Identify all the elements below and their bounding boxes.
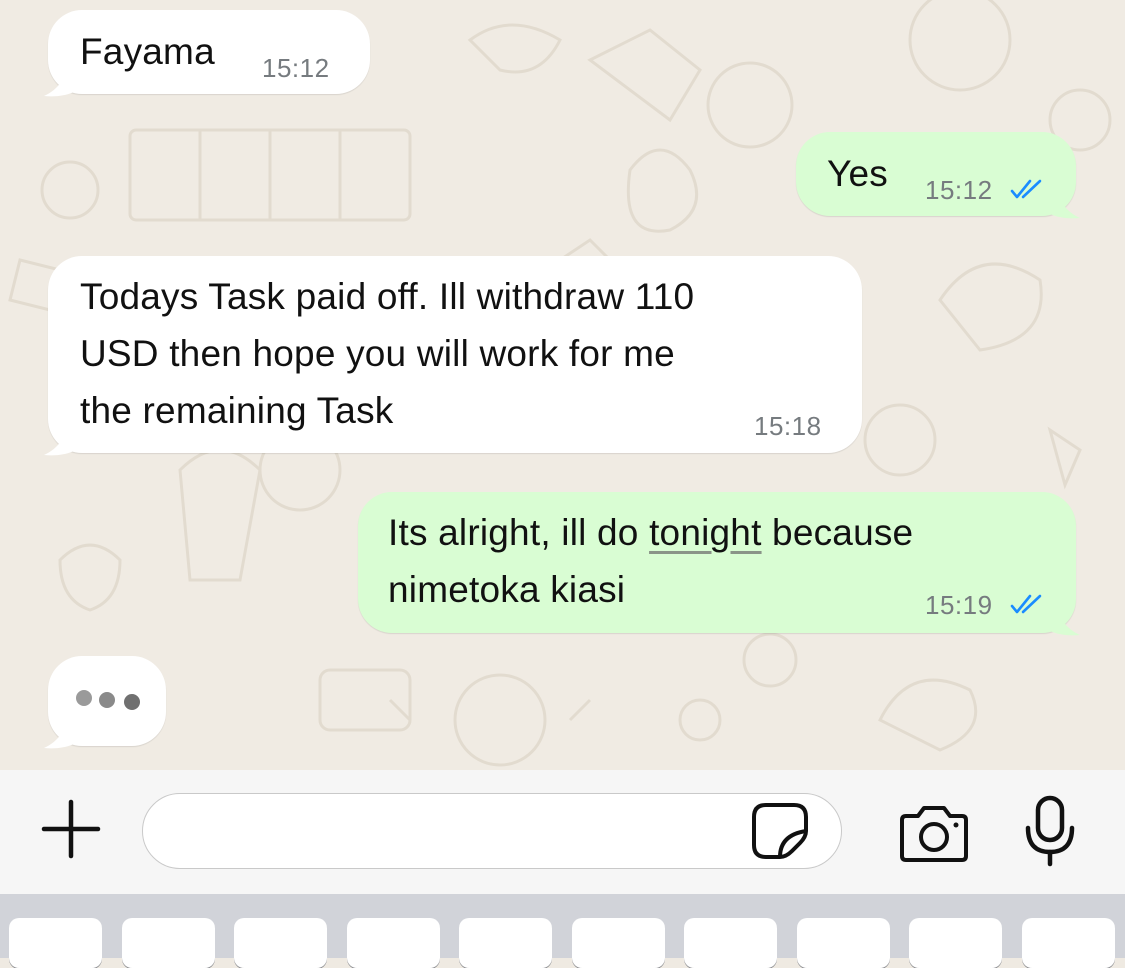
- spellcheck-underlined-word[interactable]: tonight: [649, 512, 762, 553]
- keyboard-key[interactable]: [459, 918, 552, 968]
- message-time: 15:18: [754, 411, 822, 441]
- sticker-icon: [752, 803, 808, 859]
- read-receipt-icon: [1010, 594, 1042, 614]
- voice-message-button[interactable]: [1022, 794, 1078, 868]
- camera-button[interactable]: [896, 804, 972, 864]
- keyboard-key[interactable]: [909, 918, 1002, 968]
- keyboard-key[interactable]: [797, 918, 890, 968]
- keyboard-key[interactable]: [122, 918, 215, 968]
- message-bubble-outgoing[interactable]: Yes 15:12: [796, 132, 1080, 219]
- keyboard: [0, 894, 1125, 968]
- keyboard-key[interactable]: [234, 918, 327, 968]
- attach-button[interactable]: [38, 796, 104, 862]
- keyboard-key[interactable]: [9, 918, 102, 968]
- microphone-icon: [1025, 795, 1075, 867]
- message-text: Todays Task paid off. Ill withdraw 110 U…: [80, 276, 695, 431]
- message-time: 15:12: [925, 175, 993, 205]
- message-bubble-outgoing[interactable]: Its alright, ill do tonight because nime…: [358, 492, 1080, 636]
- typing-dot: [99, 692, 115, 708]
- plus-icon: [41, 799, 101, 859]
- message-text: Yes: [827, 153, 888, 194]
- message-composer: [0, 770, 1125, 894]
- message-text-part: Its alright, ill do: [388, 512, 650, 553]
- read-receipt-icon: [1010, 179, 1042, 199]
- sticker-button[interactable]: [750, 801, 810, 861]
- typing-dot: [76, 690, 92, 706]
- keyboard-key[interactable]: [1022, 918, 1115, 968]
- camera-icon: [900, 806, 968, 862]
- typing-indicator: [44, 656, 166, 749]
- message-bubble-incoming[interactable]: Todays Task paid off. Ill withdraw 110 U…: [44, 256, 862, 456]
- keyboard-key[interactable]: [684, 918, 777, 968]
- message-time: 15:19: [925, 590, 993, 620]
- message-text: Fayama: [80, 31, 215, 72]
- keyboard-key[interactable]: [347, 918, 440, 968]
- chat-area[interactable]: Fayama 15:12 Yes 15:12 Todays Task paid …: [0, 0, 1125, 770]
- message-time: 15:12: [262, 53, 330, 83]
- keyboard-key[interactable]: [572, 918, 665, 968]
- message-input[interactable]: [142, 793, 842, 869]
- message-text: Its alright, ill do tonight because nime…: [388, 504, 913, 618]
- bubble-tail: [44, 710, 90, 749]
- message-bubble-incoming[interactable]: Fayama 15:12: [44, 10, 370, 97]
- typing-dot: [124, 694, 140, 710]
